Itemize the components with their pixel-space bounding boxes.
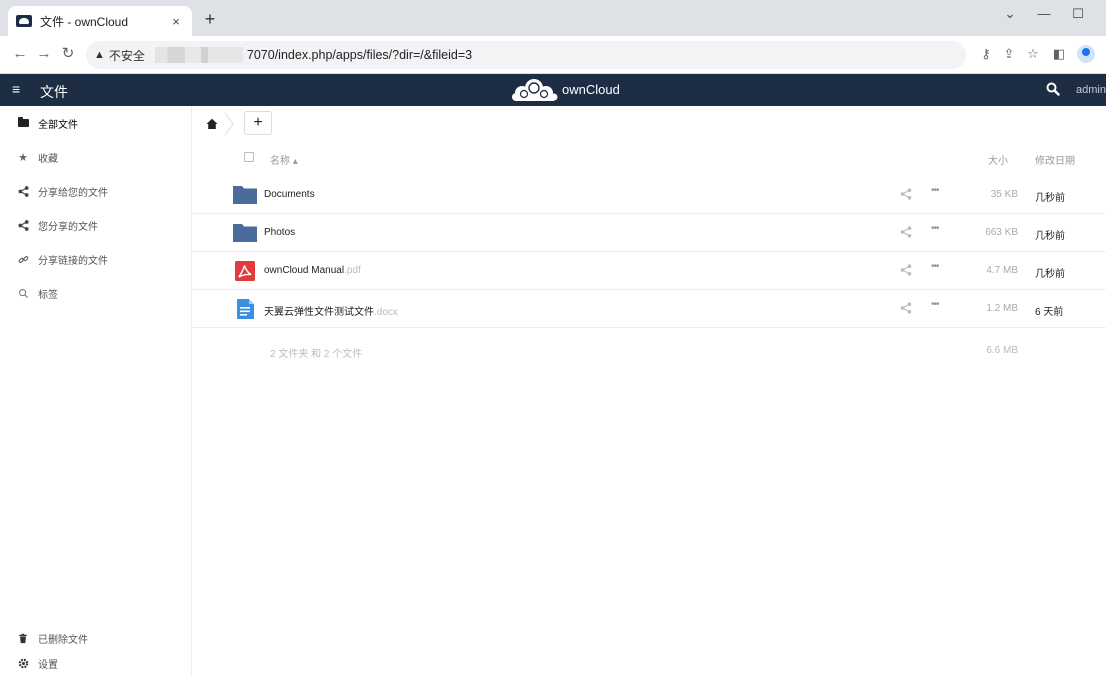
file-list-area: + 名称 ▴ 大小 修改日期 Documents ••• 35 KB 几秒前 P… — [192, 106, 1106, 677]
summary-size: 6.6 MB — [986, 345, 1018, 356]
warning-icon[interactable]: ▲ — [94, 49, 105, 61]
sidebar-item-shared-by-link[interactable]: 分享链接的文件 — [0, 242, 191, 276]
trash-icon — [16, 631, 30, 645]
file-name[interactable]: Documents — [264, 189, 315, 200]
share-icon[interactable] — [900, 226, 912, 238]
breadcrumb-separator — [224, 112, 234, 136]
sidebar-item-all-files[interactable]: 全部文件 — [0, 106, 191, 140]
side-panel-icon[interactable]: ◧ — [1050, 45, 1068, 63]
tab-search-icon[interactable]: ⌄ — [1000, 6, 1020, 22]
file-name[interactable]: Photos — [264, 227, 295, 238]
folder-icon — [16, 116, 30, 130]
file-size: 663 KB — [985, 227, 1018, 238]
address-bar[interactable]: ▲ 不安全 7070/index.php/apps/files/?dir=/&f… — [86, 41, 966, 69]
browser-toolbar: ← → ↻ ▲ 不安全 7070/index.php/apps/files/?d… — [0, 36, 1106, 74]
profile-avatar-icon[interactable] — [1077, 45, 1095, 63]
key-icon[interactable]: ⚷ — [977, 45, 995, 63]
sidebar-item-label: 设置 — [38, 659, 58, 671]
tag-search-icon — [16, 286, 30, 300]
bookmark-star-icon[interactable]: ☆ — [1024, 45, 1042, 63]
home-icon[interactable] — [206, 118, 218, 130]
back-icon[interactable]: ← — [10, 44, 30, 64]
more-actions-icon[interactable]: ••• — [931, 185, 939, 196]
pdf-file-icon — [235, 261, 255, 281]
sidebar-item-shared-with-you[interactable]: 分享给您的文件 — [0, 174, 191, 208]
app-title[interactable]: 文件 — [40, 82, 68, 102]
sidebar-item-label: 分享给您的文件 — [38, 187, 108, 199]
file-name[interactable]: 天翼云弹性文件测试文件.docx — [264, 303, 398, 318]
column-header-name[interactable]: 名称 ▴ — [270, 152, 298, 167]
menu-icon[interactable]: ≡ — [12, 81, 20, 97]
sidebar-item-label: 分享链接的文件 — [38, 255, 108, 267]
browser-tabstrip: 文件 - ownCloud × + ⌄ — ☐ — [0, 0, 1106, 36]
sidebar-item-settings[interactable]: 设置 — [0, 646, 191, 680]
file-name[interactable]: ownCloud Manual.pdf — [264, 265, 361, 276]
share-icon — [16, 184, 30, 198]
more-actions-icon[interactable]: ••• — [931, 261, 939, 272]
redacted-host — [154, 47, 243, 63]
user-menu[interactable]: admin — [1076, 84, 1106, 96]
reload-icon[interactable]: ↻ — [58, 44, 78, 64]
sidebar-item-shared-by-you[interactable]: 您分享的文件 — [0, 208, 191, 242]
insecure-label[interactable]: 不安全 — [109, 47, 145, 64]
sidebar-item-favorites[interactable]: ★ 收藏 — [0, 140, 191, 174]
sidebar: 全部文件 ★ 收藏 分享给您的文件 您分享的文件 分享链接的文件 标签 已删除文… — [0, 106, 192, 677]
share-icon[interactable] — [900, 264, 912, 276]
file-size: 4.7 MB — [986, 265, 1018, 276]
document-file-icon — [237, 299, 254, 319]
share-icon — [16, 218, 30, 232]
file-list-summary: 2 文件夹 和 2 个文件 6.6 MB — [192, 342, 1106, 362]
sidebar-item-tags[interactable]: 标签 — [0, 276, 191, 310]
column-header-size[interactable]: 大小 — [988, 152, 1008, 167]
table-row[interactable]: Documents ••• 35 KB 几秒前 — [192, 176, 1106, 214]
share-page-icon[interactable]: ⇪ — [1000, 45, 1018, 63]
maximize-icon[interactable]: ☐ — [1068, 6, 1088, 22]
link-icon — [16, 252, 30, 266]
folder-icon — [233, 186, 257, 204]
forward-icon[interactable]: → — [34, 44, 54, 64]
table-row[interactable]: 天翼云弹性文件测试文件.docx ••• 1.2 MB 6 天前 — [192, 290, 1106, 328]
star-icon: ★ — [18, 151, 28, 164]
folder-icon — [233, 224, 257, 242]
file-size: 1.2 MB — [986, 303, 1018, 314]
column-header-date[interactable]: 修改日期 — [1035, 152, 1075, 167]
file-date: 几秒前 — [1035, 231, 1065, 242]
share-icon[interactable] — [900, 302, 912, 314]
app-header: ≡ 文件 ownCloud admin — [0, 74, 1106, 106]
sidebar-item-label: 收藏 — [38, 153, 58, 165]
new-tab-button[interactable]: + — [200, 10, 220, 30]
search-icon[interactable] — [1046, 82, 1060, 96]
sidebar-item-label: 您分享的文件 — [38, 221, 98, 233]
browser-tab[interactable]: 文件 - ownCloud × — [8, 6, 192, 36]
owncloud-logo-icon — [512, 79, 558, 101]
minimize-icon[interactable]: — — [1034, 6, 1054, 21]
file-date: 几秒前 — [1035, 269, 1065, 280]
share-icon[interactable] — [900, 188, 912, 200]
gear-icon — [16, 656, 30, 670]
table-row[interactable]: Photos ••• 663 KB 几秒前 — [192, 214, 1106, 252]
owncloud-favicon-icon — [16, 15, 32, 27]
table-row[interactable]: ownCloud Manual.pdf ••• 4.7 MB 几秒前 — [192, 252, 1106, 290]
brand-name: ownCloud — [562, 82, 620, 97]
summary-text: 2 文件夹 和 2 个文件 — [270, 349, 363, 360]
url-text[interactable]: 7070/index.php/apps/files/?dir=/&fileid=… — [247, 48, 472, 62]
file-size: 35 KB — [990, 189, 1018, 200]
tab-title: 文件 - ownCloud — [40, 14, 129, 29]
more-actions-icon[interactable]: ••• — [931, 223, 939, 234]
tab-close-icon[interactable]: × — [168, 14, 184, 29]
add-new-button[interactable]: + — [244, 111, 272, 135]
select-all-checkbox[interactable] — [244, 152, 254, 162]
more-actions-icon[interactable]: ••• — [931, 299, 939, 310]
sidebar-item-label: 已删除文件 — [38, 634, 88, 646]
table-header: 名称 ▴ 大小 修改日期 — [192, 142, 1106, 174]
file-date: 几秒前 — [1035, 193, 1065, 204]
sidebar-item-label: 标签 — [38, 289, 58, 301]
sidebar-item-label: 全部文件 — [38, 119, 78, 131]
file-date: 6 天前 — [1035, 307, 1064, 318]
